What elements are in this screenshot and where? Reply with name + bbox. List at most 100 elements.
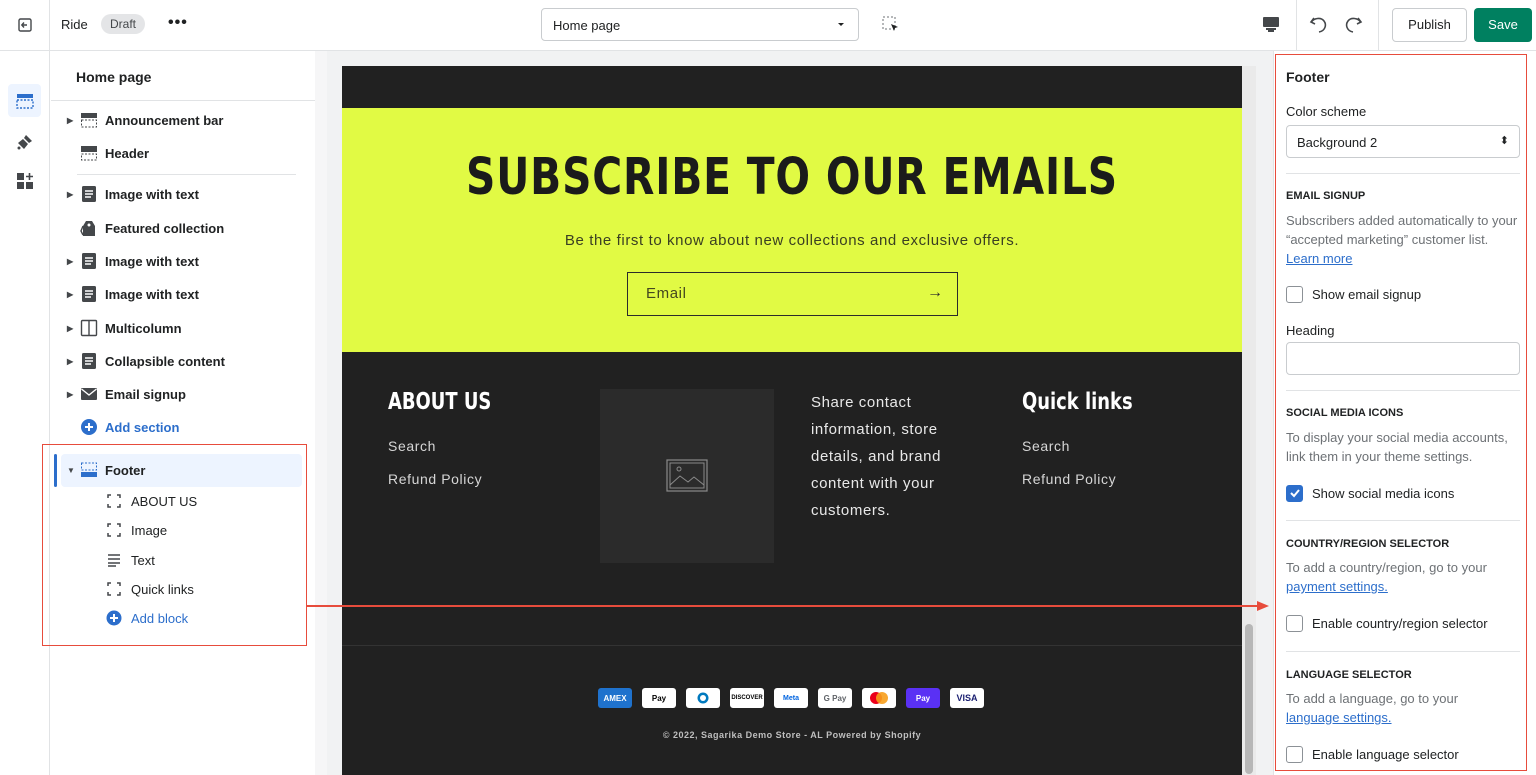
expand-arrow-icon[interactable]: ▶ [67,390,73,399]
multicolumn-icon [80,319,98,337]
collapsible-content-icon [82,353,96,369]
store-preview: SUBSCRIBE TO OUR EMAILS Be the first to … [342,66,1242,775]
section-label: Multicolumn [105,320,182,336]
announcement-bar-icon [81,113,97,128]
divider [77,174,296,175]
section-item[interactable]: ▶ Image with text [51,182,315,206]
image-with-text-icon [82,286,96,302]
theme-settings-button[interactable] [8,125,41,158]
apple-pay-icon: Pay [642,688,676,708]
toolbar-divider [1296,0,1297,50]
inspect-cursor-icon [882,16,898,31]
payment-icons: AMEX Pay DISCOVER Meta G Pay Pay VISA [598,688,984,708]
sections-sidebar: Home page ▶ Announcement bar Header ▶ Im… [51,51,315,775]
save-button[interactable]: Save [1474,8,1532,42]
top-bar: Ride Draft ••• Home page Publish Save [0,0,1536,51]
footer-link[interactable]: Refund Policy [1022,471,1116,487]
theme-preview: SUBSCRIBE TO OUR EMAILS Be the first to … [327,51,1273,775]
caret-down-icon [838,23,844,26]
subscribe-text: Be the first to know about new collectio… [564,232,1020,249]
section-label: Featured collection [105,220,225,236]
status-badge: Draft [101,14,146,34]
sections-icon [15,93,34,109]
theme-settings-brush-icon [17,134,32,149]
expand-arrow-icon[interactable]: ▶ [67,116,73,125]
header-icon [81,146,97,161]
theme-name: Ride [61,17,88,32]
undo-button[interactable] [1308,13,1330,40]
section-item[interactable]: ▶ Image with text [51,282,315,306]
section-label: Image with text [105,286,199,302]
exit-button[interactable] [0,0,50,50]
redo-icon [1345,17,1363,33]
footer-link[interactable]: Refund Policy [388,471,482,487]
about-heading: ABOUT US [388,389,492,415]
envelope-icon [81,388,97,400]
footer-link[interactable]: Search [388,438,436,454]
shop-pay-icon: Pay [906,688,940,708]
sidebar-title: Home page [76,69,152,85]
expand-arrow-icon[interactable]: ▶ [67,190,73,199]
expand-arrow-icon[interactable]: ▶ [67,290,73,299]
sidebar-scrollbar[interactable] [315,51,327,775]
expand-arrow-icon[interactable]: ▶ [67,257,73,266]
publish-button[interactable]: Publish [1392,8,1467,42]
email-signup-section[interactable]: SUBSCRIBE TO OUR EMAILS Be the first to … [342,108,1242,352]
email-input[interactable]: Email → [627,272,958,316]
copyright-text: © 2022, Sagarika Demo Store - AL Powered… [662,730,922,740]
quick-links-heading: Quick links [1022,389,1133,415]
redo-button[interactable] [1342,13,1364,40]
section-item[interactable]: ▶ Collapsible content [51,349,315,373]
exit-icon [17,18,32,32]
more-actions-button[interactable]: ••• [168,14,188,32]
annotation-arrow [307,601,1269,611]
undo-icon [1309,17,1327,33]
section-item[interactable]: ▶ Email signup [51,382,315,406]
app-embeds-button[interactable] [8,164,41,197]
annotation-box-right [1275,54,1527,771]
section-label: Image with text [105,186,199,202]
add-circle-icon [81,419,97,435]
expand-arrow-icon[interactable]: ▶ [67,357,73,366]
divider [51,100,315,101]
add-section-button[interactable]: Add section [51,415,315,439]
page-selector[interactable]: Home page [541,8,859,41]
section-label: Image with text [105,253,199,269]
discover-icon: DISCOVER [730,688,764,708]
subscribe-heading: SUBSCRIBE TO OUR EMAILS [466,148,1118,207]
preview-scrollbar[interactable] [1242,66,1256,775]
inspect-button[interactable] [882,16,900,39]
section-item[interactable]: ▶ Image with text [51,249,315,273]
add-section-label: Add section [105,419,180,435]
visa-icon: VISA [950,688,984,708]
section-item[interactable]: ▶ Multicolumn [51,316,315,340]
section-item[interactable]: Header [51,141,315,165]
image-placeholder [600,389,774,563]
apps-blocks-icon [16,172,33,189]
collection-tag-icon [80,221,95,236]
section-item[interactable]: ▶ Announcement bar [51,108,315,132]
amex-icon: AMEX [598,688,632,708]
diners-icon [686,688,720,708]
divider [342,645,1242,646]
scrollbar-thumb[interactable] [1245,624,1253,774]
google-pay-icon: G Pay [818,688,852,708]
left-rail [0,51,50,775]
annotation-box-left [42,444,307,646]
toolbar-divider [1378,0,1379,50]
section-label: Header [105,145,150,161]
mastercard-icon [862,688,896,708]
image-placeholder-icon [666,459,708,492]
device-preview-button[interactable] [1262,15,1280,38]
arrow-right-icon[interactable]: → [927,284,943,302]
desktop-icon [1263,17,1279,32]
section-item[interactable]: Featured collection [51,216,315,240]
meta-pay-icon: Meta [774,688,808,708]
footer-link[interactable]: Search [1022,438,1070,454]
contact-text: Share contact information, store details… [811,394,942,519]
sections-button[interactable] [8,84,41,117]
expand-arrow-icon[interactable]: ▶ [67,324,73,333]
section-label: Email signup [105,386,186,402]
page-selector-value: Home page [553,18,621,33]
email-placeholder: Email [646,285,687,302]
